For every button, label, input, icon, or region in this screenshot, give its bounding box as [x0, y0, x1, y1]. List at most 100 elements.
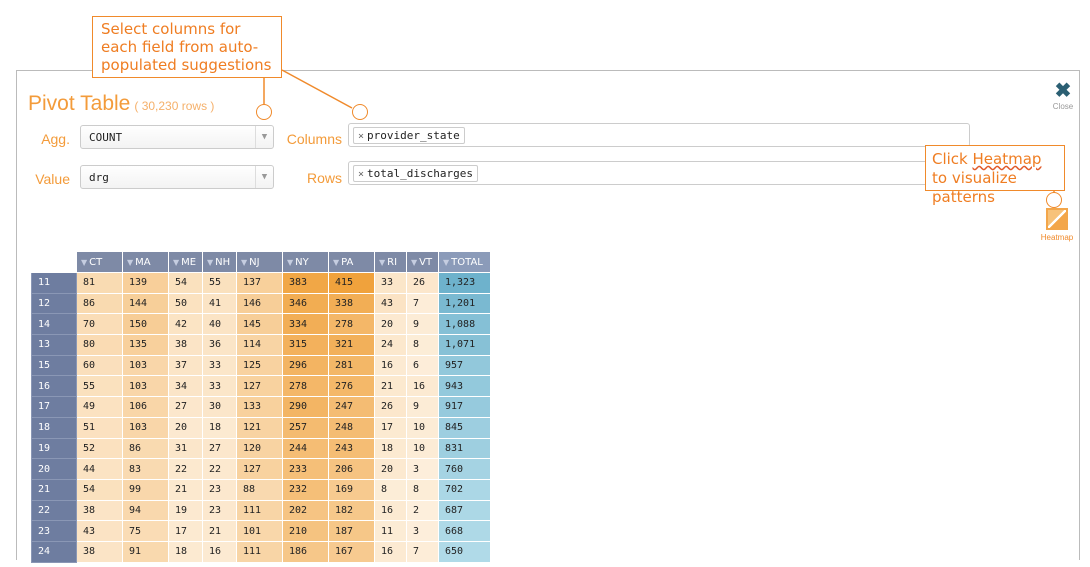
table-cell: 133	[236, 396, 283, 418]
total-cell: 687	[438, 499, 491, 522]
table-cell: 16	[374, 354, 407, 377]
table-cell: 55	[76, 375, 123, 398]
close-button[interactable]: ✖ Close	[1048, 80, 1078, 111]
column-header-pa[interactable]: ▼ PA	[328, 251, 375, 273]
table-cell: 41	[202, 292, 237, 315]
table-cell: 278	[328, 313, 375, 336]
table-cell: 21	[374, 375, 407, 398]
rows-input[interactable]: × total_discharges	[348, 161, 970, 185]
column-header-label: VT	[419, 256, 433, 268]
value-select[interactable]: drg ▼	[80, 165, 274, 189]
callout-marker	[1046, 192, 1062, 208]
table-cell: 111	[236, 499, 283, 522]
column-header-me[interactable]: ▼ ME	[168, 251, 203, 273]
remove-tag-icon[interactable]: ×	[358, 131, 364, 142]
table-cell: 248	[328, 416, 375, 439]
table-cell: 150	[122, 313, 169, 336]
table-cell: 16	[374, 540, 407, 563]
table-cell: 99	[122, 478, 169, 501]
table-cell: 103	[122, 416, 169, 439]
column-header-nj[interactable]: ▼ NJ	[236, 251, 283, 273]
heatmap-button[interactable]: Heatmap	[1036, 208, 1078, 242]
table-row: 16 55 103 34 33 127 278 276 21 16 943	[31, 375, 491, 398]
table-cell: 182	[328, 499, 375, 522]
column-header-total[interactable]: ▼ TOTAL	[438, 251, 491, 273]
table-cell: 233	[282, 458, 329, 480]
column-header-label: NJ	[249, 256, 260, 268]
table-cell: 88	[236, 478, 283, 501]
columns-tag[interactable]: × provider_state	[353, 127, 465, 144]
table-cell: 9	[406, 396, 439, 418]
table-cell: 135	[122, 334, 169, 356]
table-row: 19 52 86 31 27 120 244 243 18 10 831	[31, 437, 491, 460]
total-cell: 650	[438, 540, 491, 563]
table-cell: 296	[282, 354, 329, 377]
table-cell: 20	[168, 416, 203, 439]
table-cell: 22	[168, 458, 203, 480]
table-cell: 21	[168, 478, 203, 501]
table-cell: 3	[406, 520, 439, 542]
row-header: 16	[31, 375, 77, 398]
table-cell: 346	[282, 292, 329, 315]
table-row: 15 60 103 37 33 125 296 281 16 6 957	[31, 354, 491, 377]
value-label: Value	[35, 171, 70, 187]
title-text: Pivot Table	[28, 92, 131, 115]
table-cell: 278	[282, 375, 329, 398]
table-cell: 54	[76, 478, 123, 501]
table-cell: 38	[76, 540, 123, 563]
total-cell: 943	[438, 375, 491, 398]
table-cell: 91	[122, 540, 169, 563]
columns-input[interactable]: × provider_state	[348, 123, 970, 147]
rows-tag[interactable]: × total_discharges	[353, 165, 478, 182]
table-header-row: ▼ CT ▼ MA ▼ ME ▼ NH ▼ NJ ▼ NY ▼ PA ▼ RI ▼ VT ▼ TOTAL	[31, 251, 491, 273]
table-cell: 338	[328, 292, 375, 315]
column-header-ma[interactable]: ▼ MA	[122, 251, 169, 273]
row-header: 24	[31, 540, 77, 563]
total-cell: 845	[438, 416, 491, 439]
table-cell: 7	[406, 292, 439, 315]
close-label: Close	[1052, 102, 1074, 111]
sort-icon: ▼	[333, 257, 340, 267]
table-row: 17 49 106 27 30 133 290 247 26 9 917	[31, 396, 491, 418]
column-header-label: NY	[295, 256, 309, 268]
table-row: 20 44 83 22 22 127 233 206 20 3 760	[31, 458, 491, 480]
table-cell: 20	[374, 313, 407, 336]
column-header-ny[interactable]: ▼ NY	[282, 251, 329, 273]
total-cell: 831	[438, 437, 491, 460]
table-cell: 232	[282, 478, 329, 501]
agg-select[interactable]: COUNT ▼	[80, 125, 274, 149]
table-cell: 321	[328, 334, 375, 356]
total-cell: 1,323	[438, 272, 491, 294]
column-header-ct[interactable]: ▼ CT	[76, 251, 123, 273]
table-cell: 144	[122, 292, 169, 315]
callout-heatmap: Click Heatmap to visualize patterns	[925, 145, 1065, 206]
total-cell: 760	[438, 458, 491, 480]
table-cell: 80	[76, 334, 123, 356]
column-header-ri[interactable]: ▼ RI	[374, 251, 407, 273]
table-cell: 24	[374, 334, 407, 356]
total-cell: 702	[438, 478, 491, 501]
table-cell: 17	[168, 520, 203, 542]
table-cell: 111	[236, 540, 283, 563]
table-cell: 75	[122, 520, 169, 542]
table-cell: 70	[76, 313, 123, 336]
table-cell: 40	[202, 313, 237, 336]
table-cell: 10	[406, 416, 439, 439]
table-cell: 145	[236, 313, 283, 336]
row-header: 22	[31, 499, 77, 522]
table-cell: 86	[76, 292, 123, 315]
table-corner	[31, 251, 77, 273]
sort-icon: ▼	[443, 257, 450, 267]
table-cell: 37	[168, 354, 203, 377]
close-icon: ✖	[1054, 80, 1072, 102]
table-cell: 18	[168, 540, 203, 563]
table-cell: 83	[122, 458, 169, 480]
remove-tag-icon[interactable]: ×	[358, 169, 364, 180]
table-cell: 103	[122, 354, 169, 377]
column-header-nh[interactable]: ▼ NH	[202, 251, 237, 273]
table-cell: 167	[328, 540, 375, 563]
table-row: 12 86 144 50 41 146 346 338 43 7 1,201	[31, 292, 491, 315]
table-cell: 81	[76, 272, 123, 294]
table-cell: 101	[236, 520, 283, 542]
column-header-vt[interactable]: ▼ VT	[406, 251, 439, 273]
